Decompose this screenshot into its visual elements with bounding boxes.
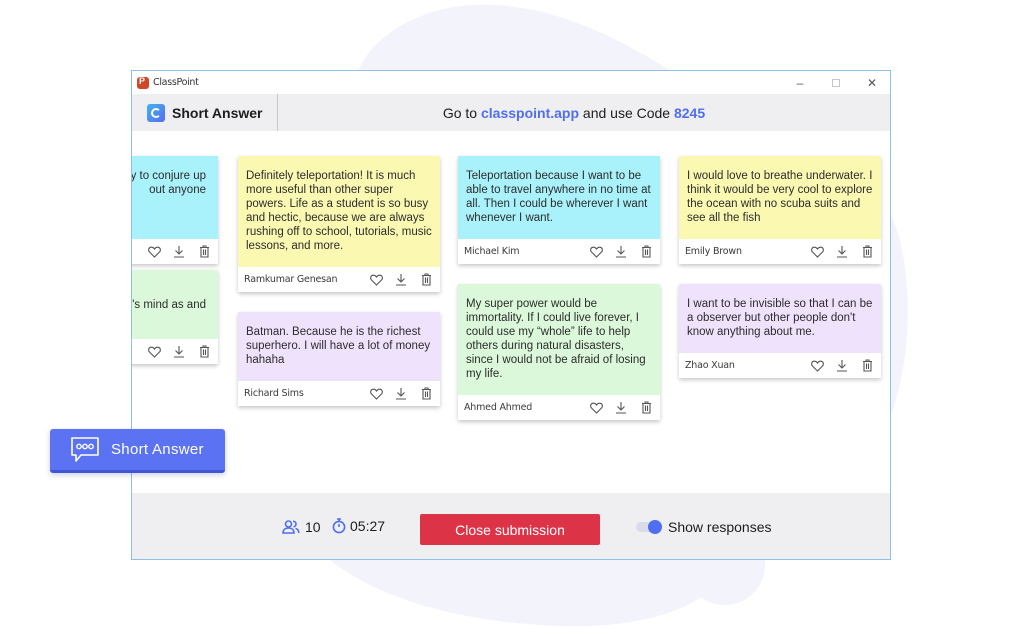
student-name: Ahmed Ahmed xyxy=(464,402,533,413)
heart-icon[interactable] xyxy=(146,244,162,260)
app-title: ClassPoint xyxy=(153,77,199,88)
maximize-button[interactable] xyxy=(818,71,854,94)
heart-icon[interactable] xyxy=(809,244,825,260)
download-icon[interactable] xyxy=(393,272,409,288)
minimize-button[interactable]: – xyxy=(782,71,818,94)
maximize-icon xyxy=(832,78,840,87)
window-controls: – ✕ xyxy=(782,71,890,94)
powerpoint-logo-icon xyxy=(137,76,149,89)
stage: ClassPoint – ✕ Short Answer Go to classp… xyxy=(0,0,1024,628)
response-card: My super power would be immortality. If … xyxy=(458,284,660,420)
toggle-knob xyxy=(648,520,662,534)
activity-header: Short Answer Go to classpoint.app and us… xyxy=(132,94,890,131)
join-instructions: Go to classpoint.app and use Code 8245 xyxy=(278,105,890,121)
response-card: Teleportation because I want to be able … xyxy=(458,156,660,264)
classpoint-link[interactable]: classpoint.app xyxy=(481,105,579,121)
response-card: Definitely teleportation! It is much mor… xyxy=(238,156,440,292)
floating-button-label: Short Answer xyxy=(111,441,204,458)
student-name: Ramkumar Genesan xyxy=(244,274,338,285)
trash-icon[interactable] xyxy=(418,272,434,288)
download-icon[interactable] xyxy=(171,344,187,360)
timer-value: 05:27 xyxy=(350,518,386,534)
response-text: I would love to breathe underwater. I th… xyxy=(687,170,873,224)
response-text: 's mind as and xyxy=(132,299,206,311)
timer: 05:27 xyxy=(332,518,385,534)
download-icon[interactable] xyxy=(613,244,629,260)
instruction-middle: and use Code xyxy=(579,104,674,121)
heart-icon[interactable] xyxy=(368,386,384,402)
heart-icon[interactable] xyxy=(368,272,384,288)
toggle-switch[interactable] xyxy=(636,520,662,534)
trash-icon[interactable] xyxy=(638,400,654,416)
download-icon[interactable] xyxy=(393,386,409,402)
chat-bubble-icon xyxy=(71,436,99,462)
trash-icon[interactable] xyxy=(418,386,434,402)
classpoint-window: ClassPoint – ✕ Short Answer Go to classp… xyxy=(131,70,891,560)
student-name: Emily Brown xyxy=(685,246,742,257)
close-submission-button[interactable]: Close submission xyxy=(420,514,600,545)
classpoint-logo-icon xyxy=(147,103,165,122)
student-name: Zhao Xuan xyxy=(685,360,735,371)
response-card: 's mind as and xyxy=(132,270,218,364)
response-text: Definitely teleportation! It is much mor… xyxy=(246,170,432,252)
minimize-icon: – xyxy=(796,75,804,90)
response-text: Batman. Because he is the richest superh… xyxy=(246,326,431,366)
download-icon[interactable] xyxy=(171,244,187,260)
trash-icon[interactable] xyxy=(859,244,875,260)
heart-icon[interactable] xyxy=(809,358,825,374)
show-responses-toggle[interactable]: Show responses xyxy=(636,519,772,535)
stopwatch-icon xyxy=(332,518,346,534)
toggle-label: Show responses xyxy=(668,519,772,535)
response-text: Teleportation because I want to be able … xyxy=(466,170,651,224)
trash-icon[interactable] xyxy=(196,344,212,360)
student-name: Richard Sims xyxy=(244,388,304,399)
response-card: y to conjure up out anyone xyxy=(132,156,218,264)
submission-footer: 10 05:27 Close submission Show responses xyxy=(132,493,890,559)
heart-icon[interactable] xyxy=(588,400,604,416)
participants-icon xyxy=(282,520,300,534)
response-text: I want to be invisible so that I can be … xyxy=(687,298,873,338)
response-text: y to conjure up out anyone xyxy=(132,170,206,196)
activity-type: Short Answer xyxy=(132,94,278,131)
trash-icon[interactable] xyxy=(638,244,654,260)
short-answer-floating-button[interactable]: Short Answer xyxy=(50,429,225,473)
participants-count: 10 xyxy=(282,519,321,535)
close-window-button[interactable]: ✕ xyxy=(854,71,890,94)
responses-board: y to conjure up out anyone 's mind as an… xyxy=(132,131,890,493)
instruction-prefix: Go to xyxy=(442,104,481,121)
close-icon: ✕ xyxy=(866,75,878,90)
download-icon[interactable] xyxy=(834,244,850,260)
trash-icon[interactable] xyxy=(859,358,875,374)
response-card: Batman. Because he is the richest superh… xyxy=(238,312,440,406)
response-card: I would love to breathe underwater. I th… xyxy=(679,156,881,264)
response-text: My super power would be immortality. If … xyxy=(466,298,646,380)
participants-value: 10 xyxy=(305,519,321,535)
response-card: I want to be invisible so that I can be … xyxy=(679,284,881,378)
download-icon[interactable] xyxy=(613,400,629,416)
title-bar: ClassPoint – ✕ xyxy=(132,71,890,94)
heart-icon[interactable] xyxy=(588,244,604,260)
student-name: Michael Kim xyxy=(464,246,520,257)
heart-icon[interactable] xyxy=(146,344,162,360)
class-code: 8245 xyxy=(673,104,706,121)
activity-title: Short Answer xyxy=(172,104,263,121)
download-icon[interactable] xyxy=(834,358,850,374)
trash-icon[interactable] xyxy=(196,244,212,260)
